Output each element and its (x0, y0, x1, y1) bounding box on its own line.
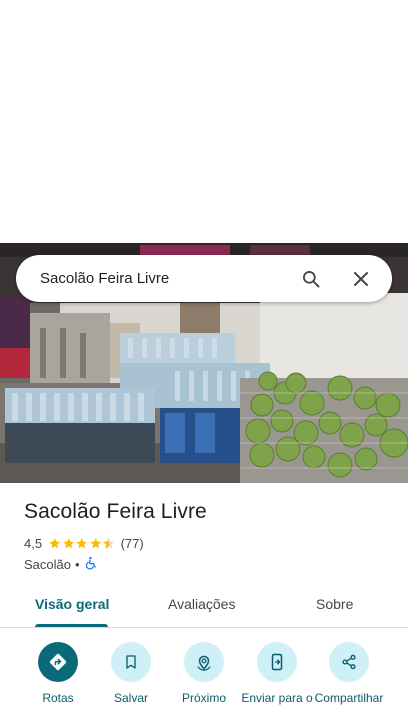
nearby-icon (184, 642, 224, 682)
star-icon (49, 538, 61, 549)
send-to-phone-label: Enviar para o (241, 691, 313, 705)
send-to-phone-button[interactable]: Enviar para o (237, 642, 317, 705)
search-icon[interactable] (299, 267, 323, 291)
action-bar: Rotas Salvar Próximo Enviar para o Compa… (0, 640, 408, 726)
directions-label: Rotas (42, 691, 74, 705)
search-bar[interactable]: Sacolão Feira Livre (16, 255, 392, 302)
tab-bar: Visão geral Avaliações Sobre (0, 584, 408, 628)
bookmark-icon (111, 642, 151, 682)
send-to-phone-icon (257, 642, 297, 682)
directions-button[interactable]: Rotas (18, 642, 98, 705)
nearby-button[interactable]: Próximo (164, 642, 244, 705)
share-icon (329, 642, 369, 682)
share-button[interactable]: Compartilhar (309, 642, 389, 705)
directions-icon (38, 642, 78, 682)
search-input[interactable]: Sacolão Feira Livre (40, 270, 299, 287)
nearby-label: Próximo (181, 691, 226, 705)
rating-value: 4,5 (24, 536, 43, 551)
place-category: Sacolão (24, 557, 71, 572)
share-label: Compartilhar (314, 691, 384, 705)
close-icon[interactable] (349, 267, 373, 291)
map-blank-area (0, 0, 408, 243)
rating-stars (48, 537, 116, 550)
active-tab-indicator (35, 624, 108, 627)
review-count[interactable]: (77) (121, 536, 144, 551)
half-star-icon (103, 538, 115, 549)
tab-about[interactable]: Sobre (316, 596, 353, 612)
star-icon (89, 538, 101, 549)
wheelchair-accessible-icon (84, 556, 98, 573)
star-icon (62, 538, 74, 549)
tab-overview[interactable]: Visão geral (35, 596, 109, 612)
category-row: Sacolão • (24, 556, 98, 573)
place-title: Sacolão Feira Livre (24, 500, 207, 523)
rating-row[interactable]: 4,5 (77) (24, 536, 144, 551)
tab-reviews[interactable]: Avaliações (168, 596, 235, 612)
save-button[interactable]: Salvar (91, 642, 171, 705)
save-label: Salvar (113, 691, 148, 705)
star-icon (76, 538, 88, 549)
separator: • (74, 557, 80, 572)
